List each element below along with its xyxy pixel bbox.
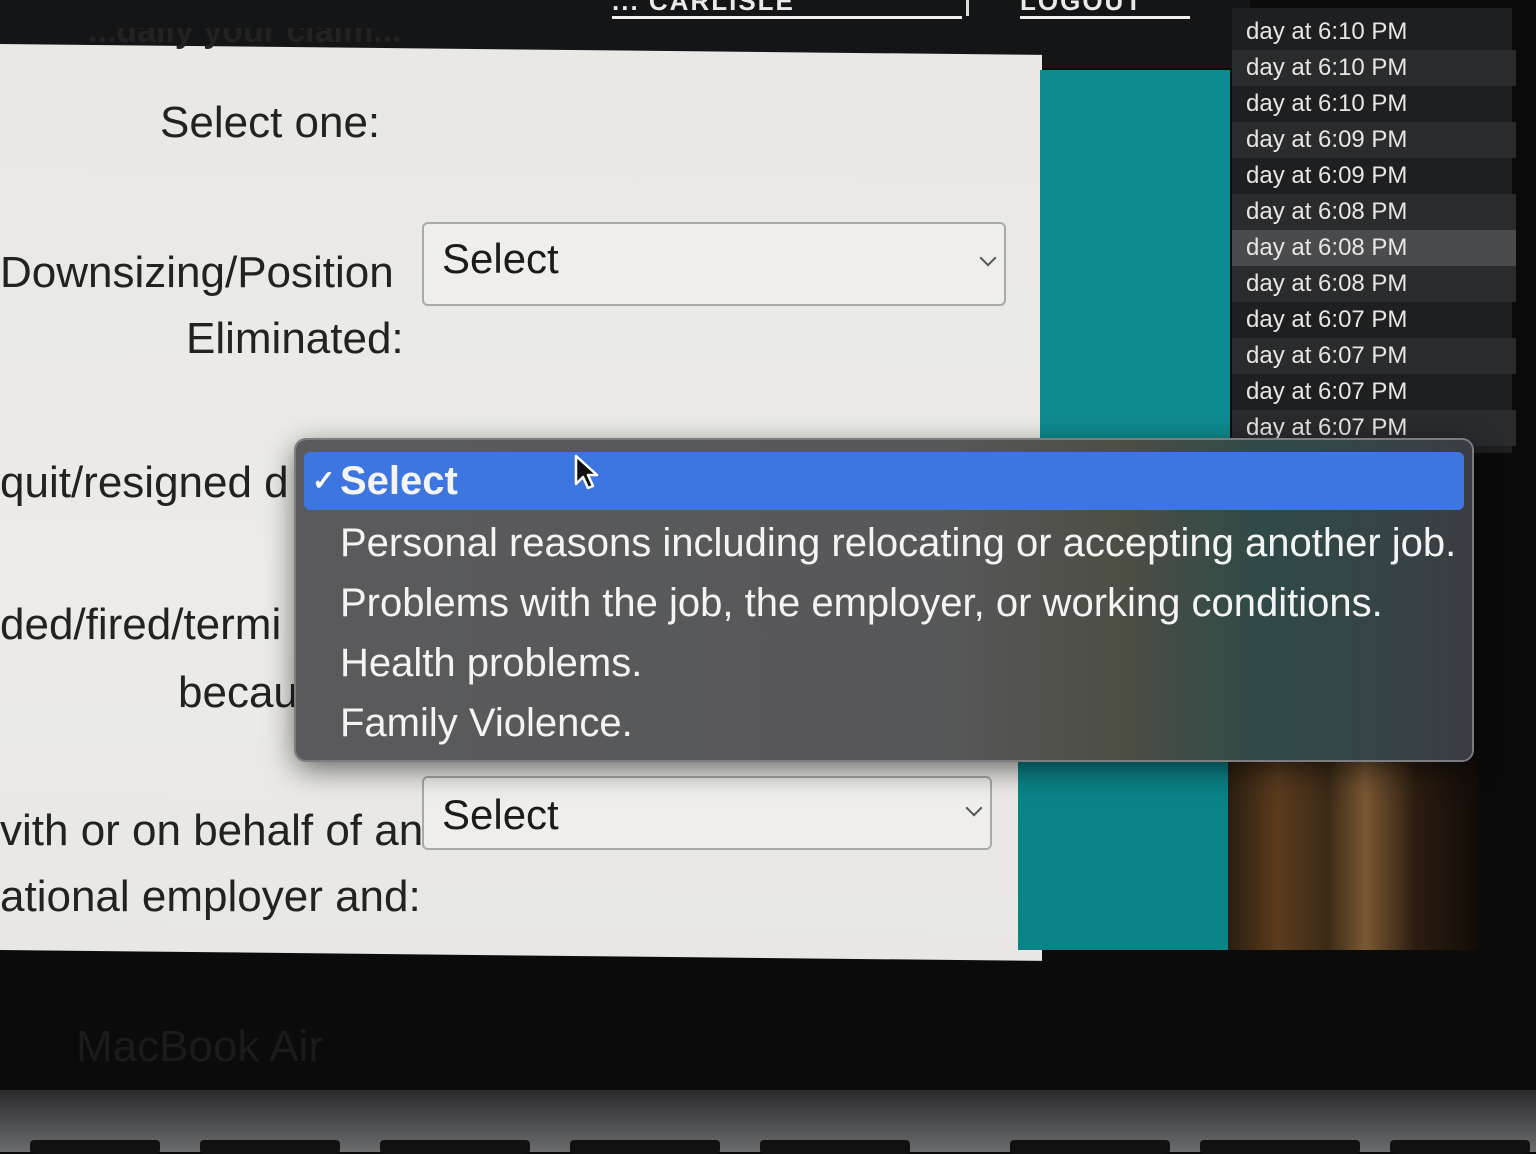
notification-item[interactable]: day at 6:10 PM xyxy=(1232,14,1516,50)
behalf-label: vith or on behalf of an xyxy=(0,806,424,855)
fired-label-cont: becau xyxy=(178,668,294,717)
quit-reason-dropdown-menu: ✓ Select Personal reasons including relo… xyxy=(296,440,1472,760)
partial-heading: ...daily your claim... xyxy=(0,28,460,50)
nav-separator xyxy=(966,0,969,16)
nav-link-user[interactable]: ... CARLISLE xyxy=(612,0,962,19)
fired-label: ded/fired/termi xyxy=(0,600,282,649)
behalf-select-value: Select xyxy=(442,791,559,838)
downsizing-select[interactable]: Select xyxy=(422,222,1006,306)
downsizing-label-cont: Eliminated: xyxy=(186,314,404,363)
notification-item[interactable]: day at 6:10 PM xyxy=(1232,86,1516,122)
dropdown-option-family-violence[interactable]: Family Violence. xyxy=(304,694,1464,752)
desktop-wallpaper-photo xyxy=(1228,760,1478,950)
dropdown-option-health-problems[interactable]: Health problems. xyxy=(304,634,1464,692)
logout-link[interactable]: LOGOUT xyxy=(1020,0,1190,19)
behalf-select[interactable]: Select xyxy=(422,776,992,850)
notification-item[interactable]: day at 6:08 PM xyxy=(1232,194,1516,230)
notification-item[interactable]: day at 6:10 PM xyxy=(1232,50,1516,86)
chevron-down-icon xyxy=(965,799,983,817)
dropdown-option-select[interactable]: ✓ Select xyxy=(304,452,1464,510)
notification-list: day at 6:10 PM day at 6:10 PM day at 6:1… xyxy=(1232,8,1516,453)
downsizing-select-value: Select xyxy=(442,235,559,282)
quit-resigned-label: quit/resigned d xyxy=(0,458,289,507)
laptop-brand-label: MacBook Air xyxy=(76,1022,323,1071)
dropdown-option-job-problems[interactable]: Problems with the job, the employer, or … xyxy=(304,574,1464,632)
dropdown-option-personal-reasons[interactable]: Personal reasons including relocating or… xyxy=(304,514,1464,572)
notification-item[interactable]: day at 6:08 PM xyxy=(1232,266,1516,302)
downsizing-label: Downsizing/Position xyxy=(0,248,394,297)
behalf-label-cont: ational employer and: xyxy=(0,872,421,921)
notification-item[interactable]: day at 6:09 PM xyxy=(1232,158,1516,194)
checkmark-icon: ✓ xyxy=(312,465,336,496)
notification-item[interactable]: day at 6:07 PM xyxy=(1232,338,1516,374)
notification-item[interactable]: day at 6:08 PM xyxy=(1232,230,1516,266)
select-one-label: Select one: xyxy=(160,98,381,147)
notification-item[interactable]: day at 6:07 PM xyxy=(1232,374,1516,410)
partial-heading-text: ...daily your claim... xyxy=(88,28,402,50)
notification-item[interactable]: day at 6:07 PM xyxy=(1232,302,1516,338)
chevron-down-icon xyxy=(979,249,997,267)
teal-sidebar-lower xyxy=(1018,760,1228,950)
notification-item[interactable]: day at 6:09 PM xyxy=(1232,122,1516,158)
dropdown-option-label: Select xyxy=(340,459,458,503)
